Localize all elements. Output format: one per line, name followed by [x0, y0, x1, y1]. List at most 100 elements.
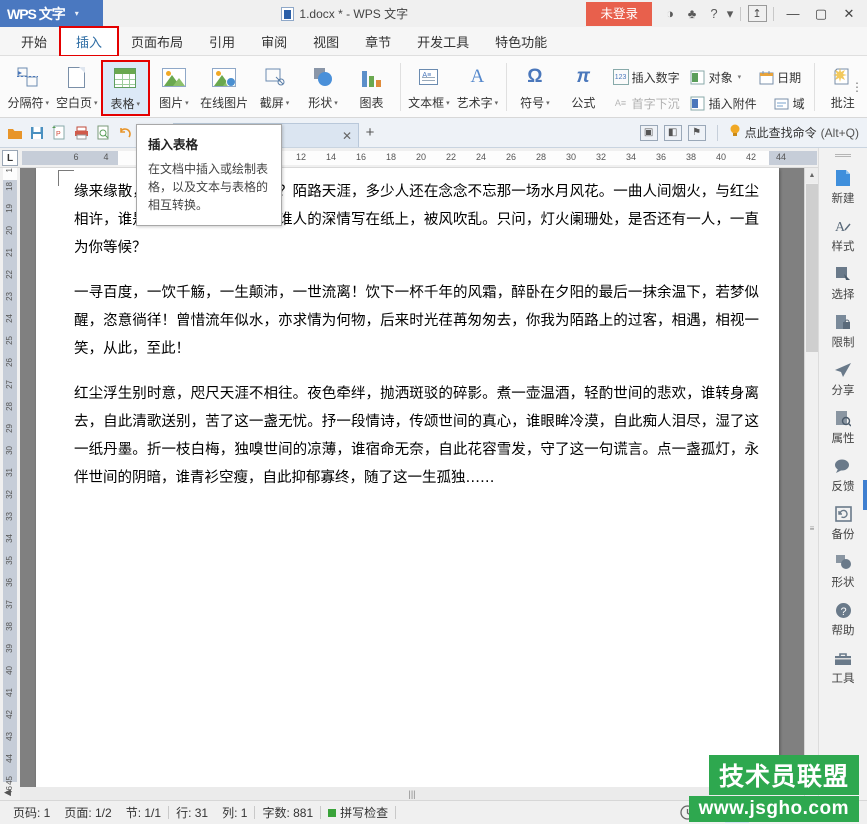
ribbon-button-screenshot[interactable]: 截屏 ▾ — [250, 60, 298, 116]
ribbon-stack-group: 123 插入数字 对象 ▾ 日期 A≡ 首字下沉 插入附件 域 — [608, 60, 810, 116]
document-text[interactable]: 缘来缘散，谁在轻吟曾经的温柔？陌路天涯，多少人还在念念不忘那一场水月风花。一曲人… — [74, 178, 759, 509]
sidebar-item-share[interactable]: 分享 — [819, 355, 867, 403]
document-horizontal-scrollbar[interactable]: ||| — [20, 787, 804, 800]
compare-icon[interactable]: ◧ — [663, 124, 682, 141]
sidebar-item-styles[interactable]: A 样式 — [819, 211, 867, 259]
sidebar-item-select[interactable]: 选择 — [819, 259, 867, 307]
ribbon-label: 对象 — [708, 70, 733, 85]
ribbon-button-shape[interactable]: 形状 ▾ — [299, 60, 347, 116]
help-icon[interactable]: ? — [703, 0, 725, 27]
ribbon-button-symbol[interactable]: Ω 符号 ▾ — [511, 60, 559, 116]
ribbon-item-object[interactable]: 对象 ▾ — [685, 64, 747, 90]
status-spellcheck[interactable]: 拼写检查 — [321, 804, 395, 821]
tab-stop-selector[interactable]: L — [2, 150, 18, 166]
tab-page-layout[interactable]: 页面布局 — [118, 27, 196, 56]
chevron-down-icon[interactable]: ▾ — [546, 99, 550, 107]
maximize-button[interactable]: ▢ — [807, 0, 835, 27]
print-icon[interactable] — [70, 122, 92, 144]
ribbon-button-formula[interactable]: π 公式 — [559, 60, 607, 116]
ribbon-button-wordart[interactable]: A 艺术字 ▾ — [453, 60, 501, 116]
chevron-down-icon[interactable]: ▾ — [446, 99, 450, 107]
ribbon-button-online-picture[interactable]: 在线图片 — [198, 60, 250, 116]
ribbon-button-chart[interactable]: 图表 — [347, 60, 395, 116]
sidebar-item-backup[interactable]: 备份 — [819, 499, 867, 547]
sidebar-item-feedback[interactable]: 反馈 — [819, 451, 867, 499]
sidebar-item-tools[interactable]: 工具 — [819, 643, 867, 691]
ribbon-button-picture[interactable]: 图片 ▾ — [150, 60, 198, 116]
sidebar-label: 工具 — [831, 673, 855, 685]
ribbon-item-date[interactable]: 日期 — [746, 64, 806, 90]
wps-logo[interactable]: WPS 文字 ▾ — [0, 0, 103, 27]
layout-icon[interactable]: ▣ — [639, 124, 658, 141]
ribbon-item-field[interactable]: 域 — [762, 90, 810, 116]
tab-special-features[interactable]: 特色功能 — [482, 27, 560, 56]
ribbon-item-attachment[interactable]: 插入附件 — [685, 90, 762, 116]
ribbon-button-table[interactable]: 表格 ▾ — [100, 60, 150, 116]
tab-view[interactable]: 视图 — [300, 27, 352, 56]
shirt-icon[interactable]: ♣ — [681, 0, 703, 27]
ruler-tick: 32 — [5, 490, 14, 499]
chevron-down-icon[interactable]: ▾ — [45, 99, 49, 107]
document-vertical-scrollbar[interactable]: ▲ ≡ ▼ — [804, 168, 818, 800]
print-preview-icon[interactable] — [92, 122, 114, 144]
scrollbar-grip-icon[interactable]: ≡ — [806, 520, 818, 536]
ruler-tick: 26 — [505, 152, 516, 162]
ruler-scroll-arrow-icon[interactable]: ◀ — [4, 787, 11, 798]
vertical-ruler[interactable]: 1 18 19 20 21 22 23 24 25 26 27 28 29 30… — [0, 168, 20, 800]
upload-button[interactable]: ↥ — [746, 0, 768, 27]
wps-writer-window: WPS 文字 ▾ 1.docx * - WPS 文字 未登录 ◑ ♣ ? ▾ ↥… — [0, 0, 867, 824]
globe-icon[interactable]: ◑ — [659, 0, 681, 27]
tab-references[interactable]: 引用 — [196, 27, 248, 56]
sidebar-item-help[interactable]: ? 帮助 — [819, 595, 867, 643]
sidebar-item-properties[interactable]: 属性 — [819, 403, 867, 451]
tab-section[interactable]: 章节 — [352, 27, 404, 56]
chevron-down-icon[interactable]: ▾ — [94, 99, 98, 107]
ruler-tick: 38 — [685, 152, 696, 162]
scroll-up-icon[interactable]: ▲ — [805, 168, 818, 183]
sidebar-item-restrict[interactable]: 限制 — [819, 307, 867, 355]
status-word-count[interactable]: 字数: 881 — [255, 804, 320, 821]
share-flag-icon[interactable]: ⚑ — [687, 124, 706, 141]
new-document-tab-button[interactable]: + — [359, 124, 381, 141]
tab-review[interactable]: 审阅 — [248, 27, 300, 56]
sidebar-item-new[interactable]: 新建 — [819, 163, 867, 211]
restrict-icon — [835, 312, 851, 332]
chevron-down-icon[interactable]: ▾ — [137, 100, 141, 108]
close-button[interactable]: ✕ — [835, 0, 863, 27]
ribbon-button-blank-page[interactable]: 空白页 ▾ — [52, 60, 100, 116]
chevron-down-icon[interactable]: ▾ — [75, 9, 79, 18]
ruler-tick: 34 — [625, 152, 636, 162]
chevron-down-icon[interactable]: ▾ — [334, 99, 338, 107]
tab-insert[interactable]: 插入 — [59, 25, 120, 57]
scrollbar-thumb[interactable] — [806, 184, 818, 352]
sidebar-item-shapes[interactable]: 形状 — [819, 547, 867, 595]
help-circle-icon: ? — [835, 600, 852, 620]
open-icon[interactable] — [4, 122, 26, 144]
horizontal-ruler[interactable]: L 6 4 10 12 14 16 18 20 22 24 26 28 30 3… — [0, 148, 867, 168]
chevron-down-icon[interactable]: ▾ — [185, 99, 189, 107]
chevron-down-icon[interactable]: ▾ — [495, 99, 499, 107]
document-canvas[interactable]: 缘来缘散，谁在轻吟曾经的温柔？陌路天涯，多少人还在念念不忘那一场水月风花。一曲人… — [20, 168, 818, 800]
undo-icon[interactable] — [114, 122, 136, 144]
tab-start[interactable]: 开始 — [8, 27, 60, 56]
save-icon[interactable] — [26, 122, 48, 144]
ribbon-item-drop-cap[interactable]: A≡ 首字下沉 — [608, 90, 685, 116]
chevron-down-icon[interactable]: ▾ — [738, 73, 742, 81]
ribbon-button-textbox[interactable]: A≡ 文本框 ▾ — [405, 60, 453, 116]
close-icon[interactable]: ✕ — [342, 129, 352, 143]
sidebar-collapse-handle[interactable] — [835, 154, 851, 157]
chevron-down-icon[interactable]: ▾ — [725, 0, 735, 27]
export-pdf-icon[interactable]: P — [48, 122, 70, 144]
ruler-tick: 22 — [5, 270, 14, 279]
login-button[interactable]: 未登录 — [586, 1, 652, 26]
document-page-1[interactable]: 缘来缘散，谁在轻吟曾经的温柔？陌路天涯，多少人还在念念不忘那一场水月风花。一曲人… — [36, 168, 779, 800]
ribbon-item-insert-number[interactable]: 123 插入数字 — [608, 64, 685, 90]
sidebar-label: 分享 — [831, 385, 855, 397]
chevron-down-icon[interactable]: ▾ — [286, 99, 290, 107]
find-command-button[interactable]: 点此查找命令 (Alt+Q) — [729, 124, 859, 141]
date-icon — [758, 69, 774, 85]
ribbon-button-separator[interactable]: 分隔符 ▾ — [4, 60, 52, 116]
tab-developer-tools[interactable]: 开发工具 — [404, 27, 482, 56]
ribbon-overflow-button[interactable]: ⋮ — [851, 80, 863, 94]
minimize-button[interactable]: — — [779, 0, 807, 27]
